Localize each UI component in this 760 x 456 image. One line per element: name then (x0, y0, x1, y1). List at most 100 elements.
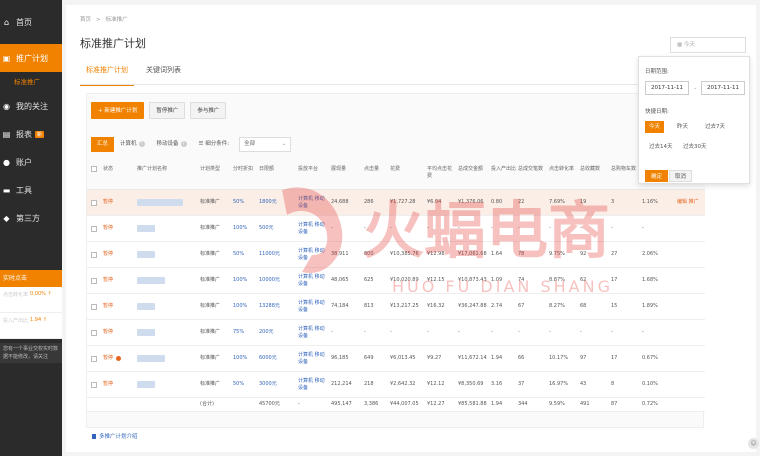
campaign-name-redacted[interactable] (137, 381, 155, 388)
column-header[interactable]: 推广计划名称 (137, 160, 198, 189)
campaign-name-redacted[interactable] (137, 225, 155, 232)
quick-14days[interactable]: 过去14天 (645, 141, 677, 153)
daily-budget[interactable]: 1800元 (259, 190, 296, 215)
daily-budget[interactable]: 500元 (259, 216, 296, 241)
new-campaign-button[interactable]: + 新建推广计划 (91, 102, 145, 119)
platform[interactable]: 计算机 移动设备 (298, 190, 329, 215)
status-label[interactable]: 暂停 (103, 251, 113, 258)
column-header[interactable]: 平均点击花费 (427, 160, 456, 189)
column-header[interactable]: 计划类型 (200, 160, 231, 189)
date-input[interactable]: ▦ 今天 (670, 37, 746, 53)
column-header[interactable]: 总购物车数 (611, 160, 640, 189)
time-discount[interactable]: 100% (233, 268, 257, 293)
help-icon[interactable]: ? (180, 140, 187, 147)
end-date-field[interactable]: 2017-11-11 (701, 81, 745, 95)
row-actions[interactable] (677, 320, 701, 345)
help-icon[interactable]: ? (138, 140, 145, 147)
status-label[interactable]: 暂停 (103, 225, 113, 232)
table-row[interactable]: 暂停 标准推广 75% 200元 计算机 移动设备 - - - - - - - - - - - (87, 320, 705, 346)
row-actions[interactable] (677, 216, 701, 241)
nav-watchlist[interactable]: ◉ 我的关注 (0, 92, 62, 120)
column-header[interactable]: 分时折扣 (233, 160, 257, 189)
campaign-name-redacted[interactable] (137, 303, 155, 310)
row-checkbox[interactable] (91, 277, 97, 284)
daily-budget[interactable]: 13288元 (259, 294, 296, 319)
time-discount[interactable]: 50% (233, 372, 257, 397)
status-label[interactable]: 暂停 (103, 329, 113, 336)
campaign-name-redacted[interactable] (137, 355, 165, 362)
column-header[interactable]: 状态 (103, 160, 135, 189)
platform[interactable]: 计算机 移动设备 (298, 372, 329, 397)
select-all-checkbox[interactable] (91, 166, 97, 172)
cancel-button[interactable]: 取消 (669, 170, 693, 182)
row-checkbox[interactable] (91, 199, 97, 206)
quick-yesterday[interactable]: 昨天 (673, 121, 692, 133)
resume-button[interactable]: 参与推广 (190, 102, 227, 119)
row-actions[interactable] (677, 268, 701, 293)
row-checkbox[interactable] (91, 355, 97, 362)
nav-home[interactable]: ⌂ 首页 (0, 8, 62, 36)
nav-thirdparty[interactable]: ◆ 第三方 (0, 204, 62, 232)
campaign-name-redacted[interactable] (137, 199, 183, 206)
status-label[interactable]: 暂停 (103, 355, 113, 362)
pause-button[interactable]: 暂停推广 (149, 102, 186, 119)
table-row[interactable]: 暂停 标准推广 50% 11000元 计算机 移动设备 38,911 800 ¥10,385.… (87, 242, 705, 268)
platform[interactable]: 计算机 移动设备 (298, 320, 329, 345)
column-header[interactable]: 总成交笔数 (518, 160, 547, 189)
nav-account[interactable]: ● 账户 (0, 148, 62, 176)
status-label[interactable]: 暂停 (103, 199, 113, 206)
daily-budget[interactable]: 10000元 (259, 268, 296, 293)
feedback-icon[interactable]: ☺ (748, 438, 759, 449)
column-header[interactable]: 总收藏数 (580, 160, 609, 189)
time-discount[interactable]: 100% (233, 346, 257, 371)
platform[interactable]: 计算机 移动设备 (298, 268, 329, 293)
row-checkbox[interactable] (91, 303, 97, 310)
table-row[interactable]: 暂停 标准推广 50% 3000元 计算机 移动设备 212,214 218 ¥2,642.3… (87, 372, 705, 398)
campaign-name-redacted[interactable] (137, 277, 165, 284)
daily-budget[interactable]: 6000元 (259, 346, 296, 371)
table-row[interactable]: 暂停 标准推广 100% 500元 计算机 移动设备 - - - - - - - - - - - (87, 216, 705, 242)
time-discount[interactable]: 75% (233, 320, 257, 345)
column-header[interactable]: 花费 (390, 160, 425, 189)
more-link[interactable]: 多推广计划介绍 (92, 432, 138, 440)
table-row[interactable]: 暂停 标准推广 100% 10000元 计算机 移动设备 48,065 625 ¥10,020… (87, 268, 705, 294)
row-checkbox[interactable] (91, 329, 97, 336)
start-date-field[interactable]: 2017-11-11 (645, 81, 689, 95)
campaign-name-redacted[interactable] (137, 251, 155, 258)
time-discount[interactable]: 50% (233, 242, 257, 267)
table-row[interactable]: 暂停 标准推广 50% 1800元 计算机 移动设备 24,688 286 ¥1,727.28… (87, 190, 705, 216)
platform[interactable]: 计算机 移动设备 (298, 242, 329, 267)
segment-mobile[interactable]: 移动设备? (151, 137, 193, 152)
time-discount[interactable]: 100% (233, 294, 257, 319)
time-discount[interactable]: 100% (233, 216, 257, 241)
segment-summary[interactable]: 汇总 (91, 137, 115, 152)
confirm-button[interactable]: 确定 (645, 170, 669, 182)
campaign-name-redacted[interactable] (137, 329, 155, 336)
row-actions[interactable] (677, 294, 701, 319)
nav-reports[interactable]: ▤ 报表 新 (0, 120, 62, 148)
row-actions[interactable] (677, 372, 701, 397)
platform[interactable]: 计算机 移动设备 (298, 294, 329, 319)
column-header[interactable]: 点击量 (364, 160, 388, 189)
time-discount[interactable]: 50% (233, 190, 257, 215)
daily-budget[interactable]: 11000元 (259, 242, 296, 267)
row-checkbox[interactable] (91, 381, 97, 388)
quick-30days[interactable]: 过去30天 (679, 141, 711, 153)
status-label[interactable]: 暂停 (103, 277, 113, 284)
tab-standard-plans[interactable]: 标准推广计划 (80, 63, 134, 86)
column-header[interactable]: 展现量 (331, 160, 362, 189)
tab-keyword-list[interactable]: 关键词列表 (140, 63, 187, 86)
column-header[interactable]: 日限额 (259, 160, 296, 189)
segment-computer[interactable]: 计算机? (114, 137, 151, 152)
status-label[interactable]: 暂停 (103, 303, 113, 310)
row-checkbox[interactable] (91, 225, 97, 232)
daily-budget[interactable]: 200元 (259, 320, 296, 345)
filter-select[interactable]: 全部 ⌄ (239, 137, 292, 152)
nav-tools[interactable]: ▬ 工具 (0, 176, 62, 204)
daily-budget[interactable]: 3000元 (259, 372, 296, 397)
quick-today[interactable]: 今天 (645, 121, 665, 133)
row-actions[interactable] (677, 242, 701, 267)
nav-sub-standard[interactable]: 标准推广 (0, 72, 62, 92)
row-actions[interactable]: 编辑 推广 (677, 190, 701, 215)
table-row[interactable]: 暂停 标准推广 100% 13288元 计算机 移动设备 74,184 813 ¥13,217… (87, 294, 705, 320)
